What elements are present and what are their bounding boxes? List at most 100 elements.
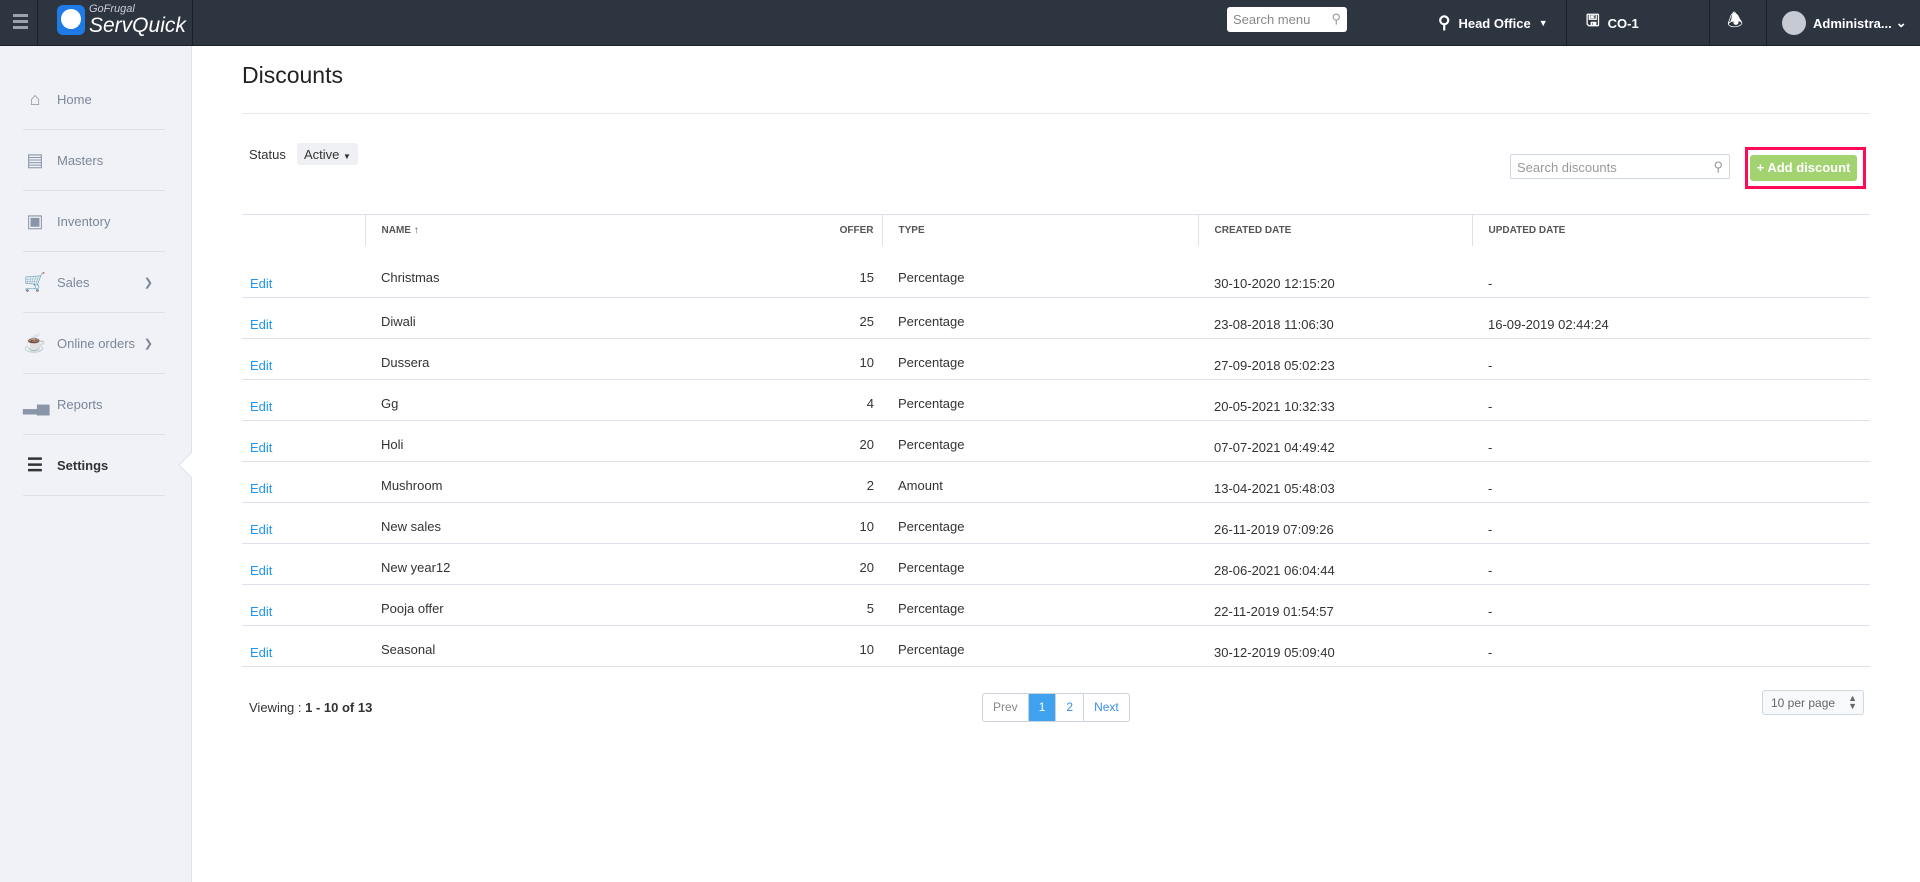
discount-type: Percentage — [882, 245, 1198, 298]
updated-date: - — [1472, 584, 1870, 626]
search-discounts-input[interactable]: Search discounts ⚲ — [1510, 154, 1730, 179]
discount-type: Percentage — [882, 584, 1198, 626]
search-menu-placeholder: Search menu — [1233, 12, 1311, 27]
updated-date: - — [1472, 625, 1870, 667]
bell-icon[interactable]: 🕭 — [1727, 0, 1743, 46]
next-page-button[interactable]: Next — [1083, 694, 1129, 721]
created-date: 23-08-2018 11:06:30 — [1198, 297, 1472, 339]
edit-link[interactable]: Edit — [242, 543, 365, 585]
updated-date: 16-09-2019 02:44:24 — [1472, 297, 1870, 339]
page-2-button[interactable]: 2 — [1055, 694, 1083, 721]
table-row: Edit Gg 4 Percentage 20-05-2021 10:32:33… — [242, 379, 1870, 421]
updated-date: - — [1472, 502, 1870, 544]
edit-link[interactable]: Edit — [242, 625, 365, 667]
logo[interactable]: GoFrugal ServQuick — [57, 4, 186, 36]
table-row: Edit Christmas 15 Percentage 30-10-2020 … — [242, 245, 1870, 298]
status-dropdown[interactable]: Active ▼ — [297, 143, 358, 165]
sidebar-item-label: Settings — [57, 457, 109, 473]
updated-date: - — [1472, 245, 1870, 298]
offer-column-header[interactable]: OFFER — [830, 214, 882, 246]
sidebar-item-sales[interactable]: 🛒 Sales ❯ — [23, 252, 165, 313]
inventory-icon: ▣ — [26, 211, 44, 231]
updated-date: - — [1472, 461, 1870, 503]
discount-name: New sales — [365, 502, 830, 544]
servquick-logo-icon — [57, 5, 85, 35]
counter-selector[interactable]: 🖫 CO-1 — [1586, 0, 1639, 46]
created-date: 30-10-2020 12:15:20 — [1198, 245, 1472, 298]
discount-offer: 10 — [830, 502, 882, 544]
discount-offer: 2 — [830, 461, 882, 503]
updated-date-column-header[interactable]: UPDATED DATE — [1471, 214, 1870, 246]
edit-link[interactable]: Edit — [242, 245, 365, 298]
computer-icon: 🖫 — [1586, 12, 1600, 30]
edit-link[interactable]: Edit — [242, 502, 365, 544]
discount-offer: 5 — [830, 584, 882, 626]
discount-type: Percentage — [882, 543, 1198, 585]
viewing-info: Viewing : 1 - 10 of 13 — [249, 700, 373, 715]
page-1-button[interactable]: 1 — [1027, 694, 1056, 721]
updated-date: - — [1472, 338, 1870, 380]
sidebar-item-label: Online orders — [57, 335, 136, 351]
discount-type: Percentage — [882, 338, 1198, 380]
hamburger-menu-icon[interactable] — [13, 14, 28, 32]
pagination: Prev 1 2 Next — [982, 693, 1130, 722]
search-icon: ⚲ — [1713, 159, 1723, 174]
sidebar-item-settings[interactable]: ☰ Settings — [23, 435, 165, 496]
prev-page-button[interactable]: Prev — [983, 694, 1028, 721]
chevron-down-icon: ❯ — [143, 276, 153, 289]
type-column-header[interactable]: TYPE — [881, 214, 1198, 246]
table-row: Edit New year12 20 Percentage 28-06-2021… — [242, 543, 1870, 585]
masters-icon: ▤ — [26, 150, 44, 170]
sidebar-item-online-orders[interactable]: ☕ Online orders ❯ — [23, 313, 165, 374]
status-label: Status — [249, 147, 286, 162]
edit-link[interactable]: Edit — [242, 379, 365, 421]
discount-name: Gg — [365, 379, 830, 421]
discount-name: Seasonal — [365, 625, 830, 667]
created-date: 28-06-2021 06:04:44 — [1198, 543, 1472, 585]
home-icon: ⌂ — [29, 89, 41, 109]
user-menu[interactable]: Administra... ⌄ — [1782, 0, 1907, 46]
discount-type: Percentage — [882, 297, 1198, 339]
discount-type: Percentage — [882, 379, 1198, 421]
table-row: Edit Pooja offer 5 Percentage 22-11-2019… — [242, 584, 1870, 626]
select-arrows-icon: ▲ ▼ — [1848, 693, 1857, 711]
created-date: 30-12-2019 05:09:40 — [1198, 625, 1472, 667]
settings-icon: ☰ — [26, 455, 44, 475]
user-name: Administra... — [1813, 15, 1892, 31]
discount-name: Pooja offer — [365, 584, 830, 626]
discount-name: Christmas — [365, 245, 830, 298]
location-dropdown[interactable]: ⚲ Head Office ▼ — [1438, 0, 1548, 46]
sidebar-item-inventory[interactable]: ▣ Inventory — [23, 191, 165, 252]
edit-column-header — [242, 214, 365, 246]
per-page-select[interactable]: 10 per page ▲ ▼ — [1762, 690, 1864, 715]
sidebar-item-home[interactable]: ⌂ Home — [23, 69, 165, 130]
edit-link[interactable]: Edit — [242, 461, 365, 503]
page-title: Discounts — [242, 62, 343, 88]
edit-link[interactable]: Edit — [242, 584, 365, 626]
viewing-range: 1 - 10 of 13 — [305, 700, 373, 715]
discount-type: Amount — [882, 461, 1198, 503]
created-date: 07-07-2021 04:49:42 — [1198, 420, 1472, 462]
add-discount-button[interactable]: + Add discount — [1750, 155, 1857, 181]
discount-name: Holi — [365, 420, 830, 462]
discount-offer: 15 — [830, 245, 882, 298]
discount-name: New year12 — [365, 543, 830, 585]
brand-name: ServQuick — [89, 14, 186, 37]
created-date-column-header[interactable]: CREATED DATE — [1197, 214, 1472, 246]
edit-link[interactable]: Edit — [242, 420, 365, 462]
created-date: 20-05-2021 10:32:33 — [1198, 379, 1472, 421]
status-value: Active — [304, 147, 340, 162]
discount-offer: 20 — [830, 543, 882, 585]
location-label: Head Office — [1458, 15, 1531, 31]
sidebar-item-masters[interactable]: ▤ Masters — [23, 130, 165, 191]
avatar — [1782, 11, 1806, 35]
sidebar-item-label: Reports — [57, 396, 103, 412]
edit-link[interactable]: Edit — [242, 297, 365, 339]
reports-icon: ▂▄ — [23, 394, 50, 414]
name-column-header[interactable]: NAME ↑ — [364, 214, 830, 246]
caret-down-icon: ▼ — [1538, 18, 1548, 28]
discount-offer: 10 — [830, 625, 882, 667]
sidebar-item-reports[interactable]: ▂▄ Reports — [23, 374, 165, 435]
edit-link[interactable]: Edit — [242, 338, 365, 380]
search-menu-input[interactable]: Search menu ⚲ — [1227, 7, 1347, 32]
